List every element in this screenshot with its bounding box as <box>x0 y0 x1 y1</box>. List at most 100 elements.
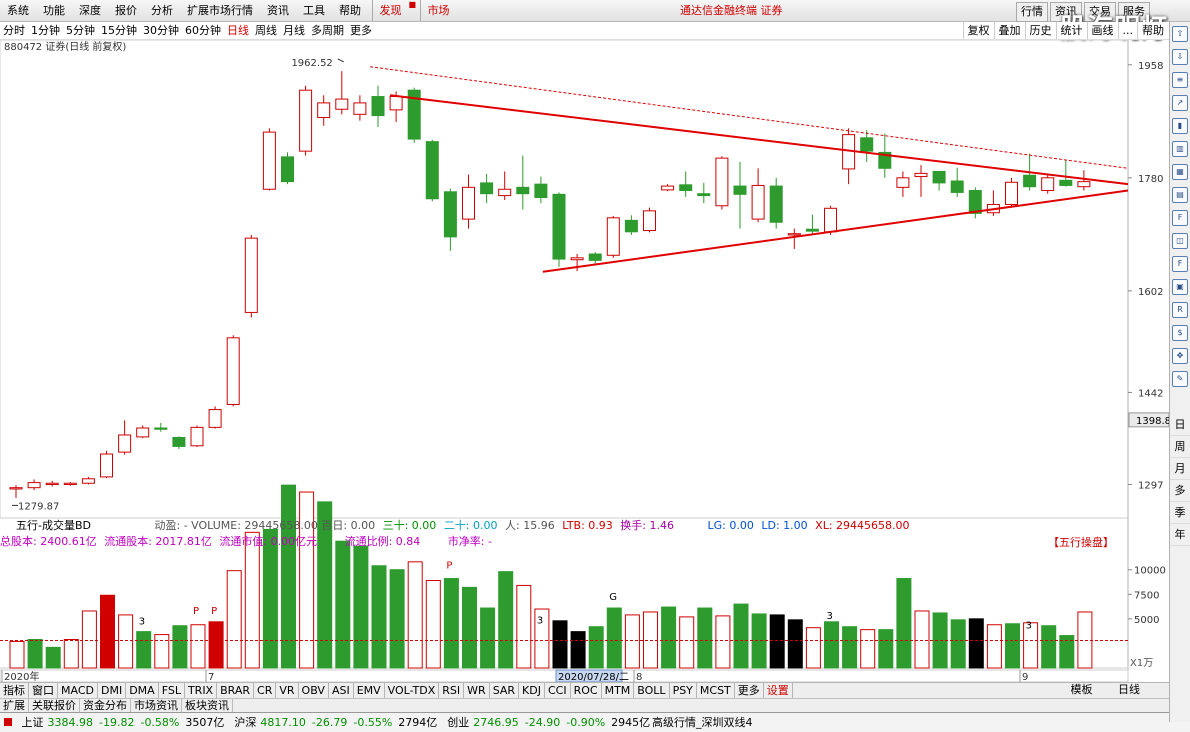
tab-23[interactable]: MCST <box>697 683 735 698</box>
f10-icon[interactable]: F <box>1172 210 1188 226</box>
kline-chart[interactable]: 880472 证券(日线 前复权) 1958 1780 1602 1442 1297 139… <box>0 40 1170 682</box>
sidebar-period-1[interactable]: 周 <box>1170 436 1190 458</box>
tab-18[interactable]: CCI <box>545 683 571 698</box>
period-7[interactable]: 周线 <box>252 22 280 39</box>
menu-item-1[interactable]: 功能 <box>36 0 72 21</box>
ext-tab-4[interactable]: 板块资讯 <box>182 699 233 712</box>
tool-3[interactable]: 统计 <box>1055 22 1087 39</box>
volume-axis-label: 7500 <box>1134 590 1159 601</box>
tool-1[interactable]: 叠加 <box>993 22 1025 39</box>
menu-market[interactable]: 市场 <box>419 0 457 21</box>
period-1[interactable]: 1分钟 <box>28 22 63 39</box>
kline-icon[interactable]: ▮ <box>1172 118 1188 134</box>
window-icon[interactable]: ▣ <box>1172 279 1188 295</box>
tab-19[interactable]: ROC <box>571 683 602 698</box>
compare-icon[interactable]: ◫ <box>1172 233 1188 249</box>
period-3[interactable]: 15分钟 <box>98 22 140 39</box>
tool-6[interactable]: 帮助 <box>1137 22 1168 39</box>
wuxing-panel-link[interactable]: 【五行操盘】 <box>1048 534 1114 550</box>
tab-12[interactable]: EMV <box>354 683 385 698</box>
menu-item-3[interactable]: 报价 <box>108 0 144 21</box>
menu-item-4[interactable]: 分析 <box>144 0 180 21</box>
period-5[interactable]: 60分钟 <box>182 22 224 39</box>
sidebar-period-2[interactable]: 月 <box>1170 458 1190 480</box>
period-9[interactable]: 多周期 <box>308 22 347 39</box>
table-icon[interactable]: ▤ <box>1172 187 1188 203</box>
volume-bar <box>914 610 930 669</box>
candle <box>317 102 331 118</box>
arrow-down-icon[interactable]: ⇩ <box>1172 49 1188 65</box>
index-0[interactable]: 上证 3384.98 -19.82 -0.58% 3507亿 <box>18 713 231 732</box>
grid-icon[interactable]: ▦ <box>1172 164 1188 180</box>
volume-bar <box>9 640 25 669</box>
ext-tab-0[interactable]: 扩展 <box>0 699 29 712</box>
pen-icon[interactable]: ✎ <box>1172 371 1188 387</box>
indicator-name[interactable]: 五行-成交量BD <box>16 519 91 532</box>
tool-4[interactable]: 画线 <box>1086 22 1118 39</box>
period-8[interactable]: 月线 <box>280 22 308 39</box>
tab-8[interactable]: CR <box>254 683 277 698</box>
volume-bar <box>896 578 912 669</box>
rsi-icon[interactable]: R <box>1172 302 1188 318</box>
sidebar-period-0[interactable]: 日 <box>1170 414 1190 436</box>
tab-17[interactable]: KDJ <box>519 683 545 698</box>
template-button[interactable]: 模板 <box>1071 683 1093 696</box>
sidebar-period-4[interactable]: 季 <box>1170 502 1190 524</box>
tool-2[interactable]: 历史 <box>1024 22 1056 39</box>
tab-1[interactable]: 窗口 <box>29 683 58 698</box>
tab-22[interactable]: PSY <box>670 683 697 698</box>
tab-0[interactable]: 指标 <box>0 683 29 698</box>
menu-item-8[interactable]: 帮助 <box>332 0 368 21</box>
period-2[interactable]: 5分钟 <box>63 22 98 39</box>
move-icon[interactable]: ✥ <box>1172 348 1188 364</box>
tab-11[interactable]: ASI <box>329 683 354 698</box>
arrow-up-icon[interactable]: ⇧ <box>1172 26 1188 42</box>
tab-10[interactable]: OBV <box>299 683 329 698</box>
tool-0[interactable]: 复权 <box>962 22 994 39</box>
index-2[interactable]: 创业 2746.95 -24.90 -0.90% 2945亿 <box>443 713 656 732</box>
index-1[interactable]: 沪深 4817.10 -26.79 -0.55% 2794亿 <box>230 713 443 732</box>
period-0[interactable]: 分时 <box>0 22 28 39</box>
menu-discover[interactable]: 发现 <box>371 0 409 21</box>
menu-quotes[interactable]: 行情 <box>1016 2 1048 22</box>
menu-item-2[interactable]: 深度 <box>72 0 108 21</box>
ext-tab-2[interactable]: 资金分布 <box>80 699 131 712</box>
menu-item-7[interactable]: 工具 <box>296 0 332 21</box>
tab-21[interactable]: BOLL <box>634 683 670 698</box>
tab-5[interactable]: FSL <box>159 683 185 698</box>
tab-4[interactable]: DMA <box>126 683 159 698</box>
tab-14[interactable]: RSI <box>439 683 465 698</box>
tab-2[interactable]: MACD <box>58 683 98 698</box>
period-label[interactable]: 日线 <box>1118 683 1140 696</box>
period-4[interactable]: 30分钟 <box>140 22 182 39</box>
line-chart-icon[interactable]: ↗ <box>1172 95 1188 111</box>
list-icon[interactable]: ≡ <box>1172 72 1188 88</box>
tab-3[interactable]: DMI <box>98 683 127 698</box>
ext-tab-3[interactable]: 市场资讯 <box>131 699 182 712</box>
tool-5[interactable]: ... <box>1117 22 1138 39</box>
ext-tab-1[interactable]: 关联报价 <box>29 699 80 712</box>
tab-24[interactable]: 更多 <box>735 683 764 698</box>
tab-16[interactable]: SAR <box>490 683 520 698</box>
quote-source[interactable]: 高级行情_深圳双线4 <box>652 713 753 732</box>
sidebar-period-3[interactable]: 多 <box>1170 480 1190 502</box>
tab-13[interactable]: VOL-TDX <box>385 683 440 698</box>
period-10[interactable]: 更多 <box>347 22 375 39</box>
tab-7[interactable]: BRAR <box>217 683 255 698</box>
menu-item-5[interactable]: 扩展市场行情 <box>180 0 260 21</box>
bar-chart-icon[interactable]: ▥ <box>1172 141 1188 157</box>
tab-9[interactable]: VR <box>276 683 299 698</box>
candle <box>45 482 59 486</box>
sidebar-period-5[interactable]: 年 <box>1170 524 1190 546</box>
menu-item-0[interactable]: 系统 <box>0 0 36 21</box>
tab-20[interactable]: MTM <box>602 683 635 698</box>
index-change: -24.90 <box>524 716 561 729</box>
tab-25[interactable]: 设置 <box>764 683 793 698</box>
f-icon[interactable]: F <box>1172 256 1188 272</box>
menu-item-6[interactable]: 资讯 <box>260 0 296 21</box>
tab-15[interactable]: WR <box>464 683 490 698</box>
tab-6[interactable]: TRIX <box>185 683 218 698</box>
period-6[interactable]: 日线 <box>224 22 252 39</box>
indicator-line: 五行-成交量BD 动盈: - VOLUME: 29445658.00 百日: 0… <box>0 518 1128 534</box>
money-icon[interactable]: $ <box>1172 325 1188 341</box>
